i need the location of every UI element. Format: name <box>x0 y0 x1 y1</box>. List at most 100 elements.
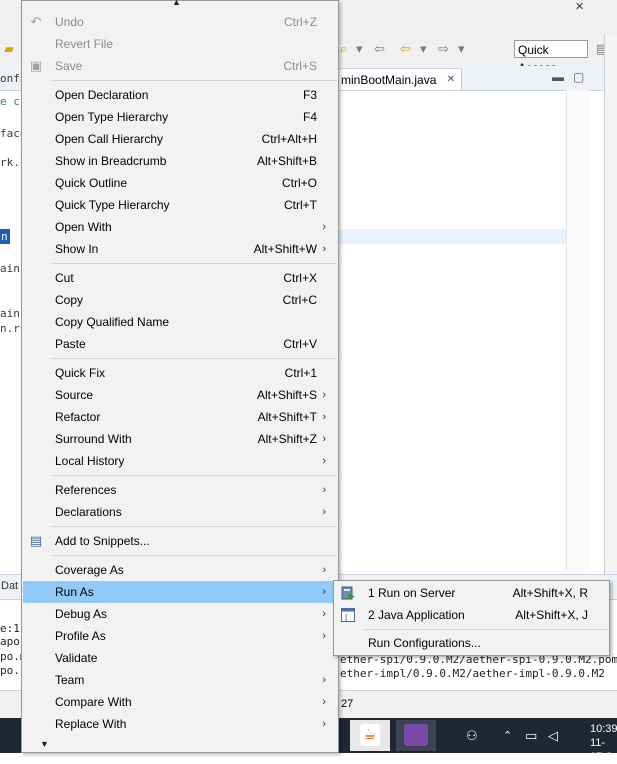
menu-item-quick-outline[interactable]: Quick Outline Ctrl+O <box>23 172 337 194</box>
submenu-arrow-icon: › <box>322 630 326 642</box>
console-line: ether-impl/0.9.0.M2/aether-impl-0.9.0.M2 <box>340 667 605 680</box>
menu-item-save[interactable]: ▣ Save Ctrl+S <box>23 55 337 77</box>
undo-icon: ↶ <box>30 14 42 29</box>
menu-item-compare-with[interactable]: Compare With › <box>23 691 337 713</box>
menu-item-show-in[interactable]: Show In Alt+Shift+W › <box>23 238 337 260</box>
right-side-panel <box>604 34 617 574</box>
svg-text:J: J <box>344 613 347 622</box>
dropdown-arrow-icon[interactable]: ▾ <box>356 40 363 58</box>
menu-separator <box>51 263 337 264</box>
java-taskbar-icon[interactable]: ☕ <box>350 720 390 751</box>
menu-item-replace-with[interactable]: Replace With › <box>23 713 337 735</box>
menu-item-local-history[interactable]: Local History › <box>23 450 337 472</box>
forward-dropdown-icon[interactable]: ▾ <box>458 40 465 58</box>
menu-item-debug-as[interactable]: Debug As › <box>23 603 337 625</box>
menu-separator <box>51 80 337 81</box>
submenu-arrow-icon: › <box>322 506 326 518</box>
current-line-highlight <box>338 229 566 244</box>
menu-item-coverage-as[interactable]: Coverage As › <box>23 559 337 581</box>
submenu-arrow-icon: › <box>322 718 326 730</box>
menu-item-open-call-hierarchy[interactable]: Open Call Hierarchy Ctrl+Alt+H <box>23 128 337 150</box>
menu-item-paste[interactable]: Paste Ctrl+V <box>23 333 337 355</box>
maximize-icon[interactable]: ▢ <box>573 70 584 84</box>
quick-access-field[interactable]: Quick Access <box>514 40 588 75</box>
clock-date: 11-07-2 <box>590 737 613 763</box>
editor-context-menu: ▲ ↶ Undo Ctrl+Z Revert File ▣ Save Ctrl+… <box>21 0 339 753</box>
snippet-icon: ▤ <box>29 533 43 548</box>
submenu-arrow-icon: › <box>322 564 326 576</box>
menu-item-copy-qualified-name[interactable]: Copy Qualified Name <box>23 311 337 333</box>
code-fragment: e c <box>0 95 20 108</box>
back-dropdown-icon[interactable]: ▾ <box>420 40 427 58</box>
forward-icon[interactable]: ⇨ <box>438 40 449 58</box>
menu-separator <box>51 555 337 556</box>
people-icon[interactable]: ⚇ <box>466 728 478 744</box>
menu-item-source[interactable]: Source Alt+Shift+S › <box>23 384 337 406</box>
last-edit-icon[interactable]: ⇦ <box>374 40 385 58</box>
java-application-icon: J <box>340 607 356 623</box>
menu-separator <box>51 475 337 476</box>
tab-close-icon[interactable]: ✕ <box>447 69 455 91</box>
code-fragment: n <box>1 230 8 243</box>
submenu-arrow-icon: › <box>322 389 326 401</box>
clock-time: 10:39 <box>590 723 617 735</box>
submenu-arrow-icon: › <box>322 221 326 233</box>
status-text: 27 <box>341 698 354 710</box>
menu-separator <box>51 526 337 527</box>
folder-icon[interactable]: ▰ <box>4 40 14 58</box>
editor-tab-label: minBootMain.java <box>341 73 437 87</box>
menu-item-validate[interactable]: Validate <box>23 647 337 669</box>
tray-expand-icon[interactable]: ⌃ <box>503 729 512 742</box>
menu-item-copy[interactable]: Copy Ctrl+C <box>23 289 337 311</box>
menu-item-surround-with[interactable]: Surround With Alt+Shift+Z › <box>23 428 337 450</box>
menu-item-references[interactable]: References › <box>23 479 337 501</box>
menu-separator <box>51 358 337 359</box>
menu-item-run-as[interactable]: Run As › <box>23 581 337 603</box>
console-line: po. <box>0 664 20 677</box>
menu-item-declarations[interactable]: Declarations › <box>23 501 337 523</box>
volume-icon[interactable]: ◁ <box>548 728 558 744</box>
scroll-down-icon[interactable]: ▼ <box>40 739 49 749</box>
minimize-icon[interactable]: ▬ <box>552 70 564 84</box>
editor-tab[interactable]: minBootMain.java ✕ <box>338 68 462 90</box>
menu-item-open-declaration[interactable]: Open Declaration F3 <box>23 84 337 106</box>
submenu-arrow-icon: › <box>322 608 326 620</box>
submenu-arrow-icon: › <box>322 243 326 255</box>
run-as-submenu: 1 Run on Server Alt+Shift+X, R J 2 Java … <box>333 580 610 656</box>
submenu-item-run-on-server[interactable]: 1 Run on Server Alt+Shift+X, R <box>335 582 608 604</box>
submenu-item-run-configurations[interactable]: Run Configurations... <box>335 632 608 654</box>
editor-overview-ruler[interactable] <box>566 90 589 570</box>
menu-item-team[interactable]: Team › <box>23 669 337 691</box>
clock[interactable]: 10:39 11-07-2 <box>590 722 617 764</box>
search-ide-icon[interactable]: ⌕ <box>340 40 347 58</box>
menu-item-revert-file[interactable]: Revert File <box>23 33 337 55</box>
submenu-arrow-icon: › <box>322 696 326 708</box>
bottom-panel-tab[interactable]: Dat <box>1 580 18 592</box>
save-icon: ▣ <box>29 58 43 73</box>
menu-item-cut[interactable]: Cut Ctrl+X <box>23 267 337 289</box>
menu-item-open-with[interactable]: Open With › <box>23 216 337 238</box>
menu-item-show-in-breadcrumb[interactable]: Show in Breadcrumb Alt+Shift+B <box>23 150 337 172</box>
run-on-server-icon <box>340 585 356 601</box>
submenu-arrow-icon: › <box>322 484 326 496</box>
menu-item-quick-type-hierarchy[interactable]: Quick Type Hierarchy Ctrl+T <box>23 194 337 216</box>
eclipse-taskbar-icon[interactable] <box>396 720 436 751</box>
code-fragment: ain <box>0 262 20 275</box>
submenu-arrow-icon: › <box>322 586 326 598</box>
window-close-icon[interactable]: ✕ <box>575 0 584 13</box>
submenu-arrow-icon: › <box>322 411 326 423</box>
back-icon[interactable]: ⇦ <box>400 40 411 58</box>
menu-item-refactor[interactable]: Refactor Alt+Shift+T › <box>23 406 337 428</box>
menu-item-profile-as[interactable]: Profile As › <box>23 625 337 647</box>
menu-item-undo[interactable]: ↶ Undo Ctrl+Z <box>23 11 337 33</box>
menu-separator <box>364 629 607 630</box>
submenu-arrow-icon: › <box>322 674 326 686</box>
submenu-arrow-icon: › <box>322 433 326 445</box>
submenu-arrow-icon: › <box>322 455 326 467</box>
menu-item-add-to-snippets[interactable]: ▤ Add to Snippets... <box>23 530 337 552</box>
menu-item-quick-fix[interactable]: Quick Fix Ctrl+1 <box>23 362 337 384</box>
submenu-item-java-application[interactable]: J 2 Java Application Alt+Shift+X, J <box>335 604 608 626</box>
menu-item-open-type-hierarchy[interactable]: Open Type Hierarchy F4 <box>23 106 337 128</box>
network-icon[interactable]: ▭ <box>525 728 537 744</box>
scroll-up-icon[interactable]: ▲ <box>172 0 181 7</box>
